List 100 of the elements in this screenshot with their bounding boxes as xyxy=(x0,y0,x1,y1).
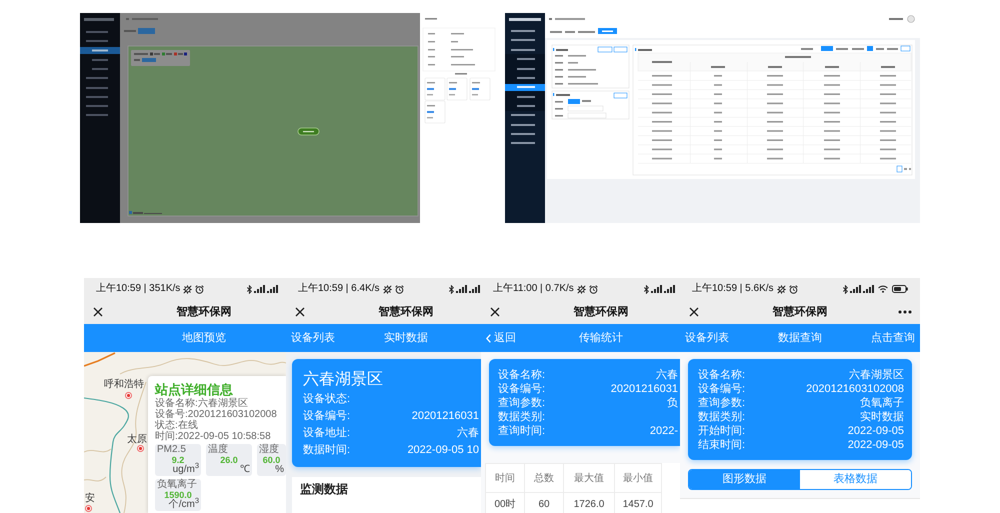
field-label: 设备状态: xyxy=(303,393,350,406)
field-value: 六春 xyxy=(656,368,678,382)
metric-unit: ℃ xyxy=(240,465,250,475)
metric-label: PM2.5 xyxy=(157,445,186,455)
signal-icon xyxy=(664,285,675,293)
app-title: 智慧环保网 xyxy=(378,306,434,318)
city-marker-icon xyxy=(125,392,132,399)
field-value: 六春 xyxy=(457,427,479,440)
bluetooth-icon xyxy=(843,284,848,294)
info-line: 状态:在线 xyxy=(155,420,198,431)
more-icon[interactable] xyxy=(898,310,912,314)
nav-link[interactable]: 设备列表 xyxy=(685,332,729,344)
back-button[interactable]: 返回 xyxy=(486,332,516,344)
metric-value: 60.0 xyxy=(262,455,280,465)
bluetooth-icon xyxy=(247,284,252,294)
field-label: 设备编号: xyxy=(698,382,746,396)
field-label: 查询参数: xyxy=(498,396,546,410)
field-label: 设备编号: xyxy=(303,410,350,423)
city-marker-icon xyxy=(137,445,144,452)
column-header: 最大值 xyxy=(563,463,615,493)
slashed-gear-icon xyxy=(576,284,586,294)
bluetooth-icon xyxy=(449,284,454,294)
field-label: 结束时间: xyxy=(698,438,746,452)
segment-tab[interactable]: 图形数据 xyxy=(689,470,800,489)
field-value: 负氧离子 xyxy=(860,396,904,410)
close-icon[interactable] xyxy=(689,307,699,317)
battery-icon xyxy=(892,285,908,293)
info-line: 设备名称:六春湖景区 xyxy=(155,398,248,409)
page-title: 数据查询 xyxy=(778,332,822,344)
field-label: 设备地址: xyxy=(303,427,350,440)
close-icon[interactable] xyxy=(295,307,305,317)
page-title: 地图预览 xyxy=(182,332,226,344)
status-bar-text: 上午11:00 | 0.7K/s xyxy=(493,283,574,295)
field-value: 2020121603102008 xyxy=(806,382,904,396)
signal-icon xyxy=(469,285,480,293)
field-value: 实时数据 xyxy=(860,410,904,424)
page-title: 实时数据 xyxy=(384,332,428,344)
signal-icon xyxy=(651,285,662,293)
field-label: 数据类别: xyxy=(698,410,746,424)
metric-unit: ug/m$^{3}$ xyxy=(172,465,199,475)
page-title: 传输统计 xyxy=(578,332,623,344)
table-cell: 1726.0 xyxy=(563,493,615,513)
city-label: 安 xyxy=(85,493,95,505)
metric-label: 湿度 xyxy=(259,445,279,455)
field-label: 查询时间: xyxy=(498,424,546,438)
app-title: 智慧环保网 xyxy=(176,306,232,318)
signal-icon xyxy=(267,285,278,293)
info-line: 时间:2022-09-05 10:58:58 xyxy=(155,431,271,442)
metric-value: 9.2 xyxy=(172,455,184,465)
field-value: 2022- xyxy=(650,424,678,438)
metric-label: 温度 xyxy=(208,445,228,455)
metric-value: 26.0 xyxy=(220,455,238,465)
city-label: 呼和浩特 xyxy=(104,379,144,391)
field-value: 六春湖景区 xyxy=(849,368,904,382)
wifi-icon xyxy=(878,285,888,293)
column-header: 总数 xyxy=(524,463,564,493)
section-title: 监测数据 xyxy=(300,481,348,497)
slashed-gear-icon xyxy=(382,284,392,294)
signal-icon xyxy=(456,285,467,293)
alarm-clock-icon xyxy=(788,284,798,294)
alarm-clock-icon xyxy=(588,284,598,294)
table-cell: 00时 xyxy=(485,493,525,513)
metric-unit: % xyxy=(275,465,284,475)
column-header: 时间 xyxy=(485,463,525,493)
close-icon[interactable] xyxy=(93,307,103,317)
nav-link[interactable]: 设备列表 xyxy=(291,332,335,344)
field-label: 设备名称: xyxy=(698,368,746,382)
field-value: 2022-09-05 xyxy=(848,424,904,438)
back-chevron-icon xyxy=(486,334,491,342)
metric-unit: 个/cm$^{3}$ xyxy=(168,500,199,510)
info-line: 设备号:2020121603102008 xyxy=(155,409,277,420)
field-label: 数据类别: xyxy=(498,410,546,424)
field-label: 查询参数: xyxy=(698,396,746,410)
alarm-clock-icon xyxy=(195,284,204,294)
field-value: 20201216031 xyxy=(610,382,678,396)
app-title: 智慧环保网 xyxy=(574,306,628,318)
slashed-gear-icon xyxy=(776,284,786,294)
signal-icon xyxy=(254,285,265,293)
table-cell: 60 xyxy=(524,493,564,513)
field-label: 设备名称: xyxy=(498,368,546,382)
nav-link[interactable]: 点击查询 xyxy=(870,332,915,344)
field-value: 负 xyxy=(667,396,678,410)
slashed-gear-icon xyxy=(183,284,192,294)
signal-icon xyxy=(863,285,874,293)
field-label: 数据时间: xyxy=(303,444,350,457)
status-bar-text: 上午10:59 | 6.4K/s xyxy=(298,283,380,295)
metric-value: 1590.0 xyxy=(164,490,192,500)
field-label: 开始时间: xyxy=(698,424,746,438)
column-header: 最小值 xyxy=(614,463,662,493)
status-bar-text: 上午10:59 | 5.6K/s xyxy=(692,283,774,295)
field-value: 2022-09-05 xyxy=(848,438,904,452)
close-icon[interactable] xyxy=(490,307,500,317)
table-cell: 1457.0 xyxy=(614,493,662,513)
field-label: 设备编号: xyxy=(498,382,546,396)
status-bar-text: 上午10:59 | 351K/s xyxy=(96,283,180,295)
app-title: 智慧环保网 xyxy=(772,306,828,318)
popup-title: 站点详细信息 xyxy=(155,382,233,398)
field-value: 20201216031 xyxy=(412,410,479,423)
signal-icon xyxy=(850,285,861,293)
alarm-clock-icon xyxy=(394,284,404,294)
